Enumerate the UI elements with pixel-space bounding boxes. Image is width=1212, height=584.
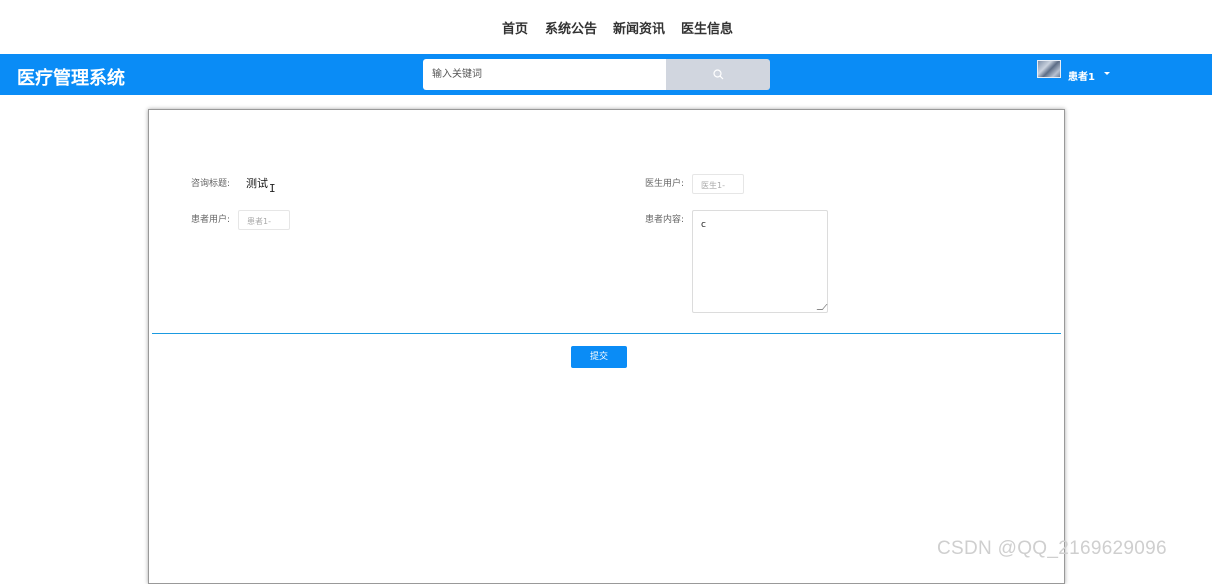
- resize-grip-icon[interactable]: [816, 304, 828, 310]
- title-input[interactable]: 测试: [246, 175, 306, 197]
- submit-button[interactable]: 提交: [571, 346, 627, 368]
- top-nav: 首页 系统公告 新闻资讯 医生信息: [0, 0, 1212, 54]
- doctor-select[interactable]: 医生1-: [692, 174, 744, 194]
- doctor-label: 医生用户:: [645, 179, 685, 189]
- patient-label: 患者用户:: [191, 215, 231, 225]
- content-text: c: [701, 220, 706, 230]
- nav-doctors[interactable]: 医生信息: [681, 18, 733, 37]
- search-input[interactable]: [423, 59, 667, 90]
- text-cursor-icon: I: [269, 182, 276, 195]
- user-name[interactable]: 患者1: [1068, 68, 1095, 83]
- search-button[interactable]: [666, 59, 770, 90]
- avatar[interactable]: [1037, 60, 1061, 78]
- header-bar: 医疗管理系统 患者1: [0, 54, 1212, 95]
- form-divider: [152, 333, 1061, 334]
- caret-down-icon[interactable]: [1104, 72, 1110, 75]
- content-textarea[interactable]: c: [692, 210, 828, 313]
- app-title: 医疗管理系统: [17, 68, 125, 89]
- nav-news[interactable]: 新闻资讯: [613, 18, 665, 37]
- watermark: CSDN @QQ_2169629096: [937, 538, 1167, 559]
- nav-announcements[interactable]: 系统公告: [545, 18, 597, 37]
- content-label: 患者内容:: [645, 215, 685, 225]
- consult-form-card: 咨询标题: 测试 I 医生用户: 医生1- 患者用户: 患者1- 患者内容: c…: [148, 109, 1065, 584]
- title-label: 咨询标题:: [191, 179, 231, 189]
- search-icon: [713, 69, 724, 80]
- patient-select[interactable]: 患者1-: [238, 210, 290, 230]
- nav-home[interactable]: 首页: [502, 18, 528, 37]
